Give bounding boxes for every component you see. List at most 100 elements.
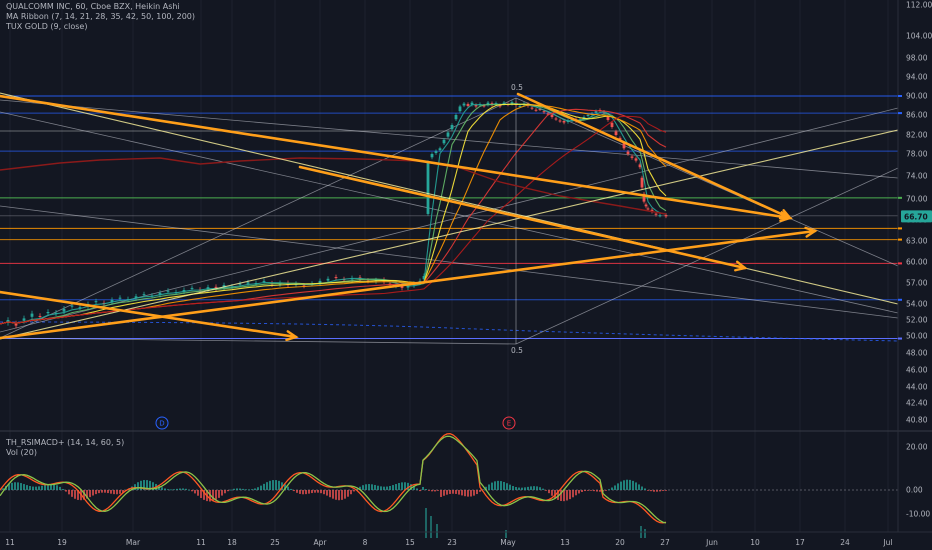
histogram-bar bbox=[137, 482, 139, 490]
histogram-bar bbox=[395, 483, 397, 490]
histogram-bar bbox=[386, 486, 388, 490]
candle-body bbox=[318, 280, 322, 283]
price-level-tag bbox=[898, 95, 902, 97]
time-tick-label: 15 bbox=[405, 538, 415, 547]
histogram-bar bbox=[587, 490, 589, 491]
histogram-bar bbox=[536, 486, 538, 490]
histogram-bar bbox=[110, 490, 112, 494]
ma-ribbon-label[interactable]: MA Ribbon (7, 14, 21, 28, 35, 42, 50, 10… bbox=[6, 12, 195, 22]
histogram-bar bbox=[59, 486, 61, 490]
price-axis[interactable]: 112.00 104.00 98.00 94.00 90.00 86.00 82.00 78.… bbox=[897, 0, 932, 532]
histogram-bar bbox=[542, 488, 544, 490]
histogram-bar bbox=[182, 488, 184, 490]
histogram-bar bbox=[383, 486, 385, 490]
histogram-bar bbox=[641, 486, 643, 490]
histogram-bar bbox=[260, 485, 262, 490]
histogram-bar bbox=[224, 490, 226, 494]
histogram-bar bbox=[659, 490, 661, 492]
histogram-bar bbox=[314, 490, 316, 493]
histogram-bar bbox=[419, 490, 421, 492]
price-tick-label: 50.00 bbox=[906, 332, 928, 341]
histogram-bar bbox=[179, 488, 181, 490]
histogram-bar bbox=[509, 484, 511, 490]
histogram-bar bbox=[398, 483, 400, 490]
histogram-bar bbox=[530, 486, 532, 490]
time-tick-label: Jul bbox=[882, 538, 892, 547]
time-tick-label: 19 bbox=[57, 538, 67, 547]
histogram-bar bbox=[518, 487, 520, 490]
time-axis[interactable]: 11 19 Mar 11 18 25 Apr 8 15 23 May 13 20 27 Jun 10 17 24 J… bbox=[0, 531, 932, 547]
histogram-bar bbox=[167, 489, 169, 491]
histogram-bar bbox=[575, 490, 577, 496]
histogram-bar bbox=[161, 487, 163, 490]
candle-body bbox=[502, 102, 506, 104]
candle-body bbox=[142, 294, 146, 296]
histogram-bar bbox=[608, 489, 610, 491]
candle-body bbox=[640, 177, 644, 188]
indicator-panel bbox=[0, 430, 932, 538]
histogram-bar bbox=[236, 488, 238, 490]
candle-body bbox=[530, 107, 534, 109]
price-tick-label: 70.00 bbox=[906, 195, 928, 204]
histogram-bar bbox=[101, 490, 103, 493]
candle-body bbox=[94, 301, 98, 303]
histogram-bar bbox=[197, 490, 199, 496]
candle-body bbox=[610, 122, 614, 127]
histogram-bar bbox=[572, 490, 574, 498]
symbol-title[interactable]: QUALCOMM INC, 60, Cboe BZX, Heikin Ashi bbox=[6, 2, 195, 12]
histogram-bar bbox=[539, 487, 541, 490]
ma-200-line bbox=[0, 157, 667, 215]
histogram-bar bbox=[38, 486, 40, 490]
histogram-bar bbox=[215, 490, 217, 500]
price-level-tag bbox=[898, 337, 902, 340]
histogram-bar bbox=[392, 485, 394, 490]
candle-body bbox=[38, 316, 42, 317]
time-tick-label: 20 bbox=[615, 538, 625, 547]
candle-body bbox=[190, 287, 194, 289]
histogram-bar bbox=[119, 490, 121, 494]
tux-gold-label[interactable]: TUX GOLD (9, close) bbox=[6, 22, 195, 32]
histogram-bar bbox=[212, 490, 214, 502]
histogram-bar bbox=[362, 485, 364, 490]
candle-body bbox=[446, 132, 450, 137]
histogram-bar bbox=[503, 481, 505, 490]
histogram-bar bbox=[443, 490, 445, 496]
histogram-bar bbox=[620, 481, 622, 490]
time-tick-label: Mar bbox=[126, 538, 141, 547]
histogram-bar bbox=[377, 485, 379, 490]
histogram-bar bbox=[632, 480, 634, 490]
histogram-bar bbox=[581, 490, 583, 492]
candle-body bbox=[166, 290, 170, 292]
ma-ribbon-line bbox=[0, 103, 667, 325]
histogram-bar bbox=[665, 490, 667, 491]
histogram-bar bbox=[35, 486, 37, 490]
price-tick-label: 48.00 bbox=[906, 349, 928, 358]
histogram-bar bbox=[20, 483, 22, 490]
histogram-bar bbox=[638, 484, 640, 490]
candle-body bbox=[554, 118, 558, 120]
rsimacd-label[interactable]: TH_RSIMACD+ (14, 14, 60, 5) bbox=[6, 438, 124, 448]
last-price-label: 66.70 bbox=[904, 212, 928, 221]
volume-bar bbox=[505, 530, 507, 538]
candle-body bbox=[434, 151, 438, 154]
volume-label[interactable]: Vol (20) bbox=[6, 448, 124, 458]
volume-bar bbox=[425, 508, 427, 538]
histogram-bar bbox=[464, 490, 466, 497]
candle-body bbox=[646, 208, 650, 210]
time-tick-label: 11 bbox=[196, 538, 206, 547]
chart-root[interactable]: 0.50.5 DE 112.00104.0098.0094.0090.0086.… bbox=[0, 0, 932, 550]
histogram-bar bbox=[473, 490, 475, 496]
candle-body bbox=[246, 282, 250, 284]
histogram-bar bbox=[56, 485, 58, 490]
histogram-bar bbox=[107, 490, 109, 494]
histogram-bar bbox=[71, 490, 73, 497]
histogram-bar bbox=[176, 488, 178, 490]
time-tick-label: Jun bbox=[705, 538, 718, 547]
histogram-bar bbox=[65, 490, 67, 492]
histogram-bar bbox=[116, 490, 118, 495]
candle-body bbox=[30, 313, 34, 317]
histogram-bar bbox=[566, 490, 568, 501]
candle-body bbox=[630, 156, 634, 158]
histogram-bar bbox=[200, 490, 202, 498]
orange-trendline bbox=[298, 165, 747, 270]
